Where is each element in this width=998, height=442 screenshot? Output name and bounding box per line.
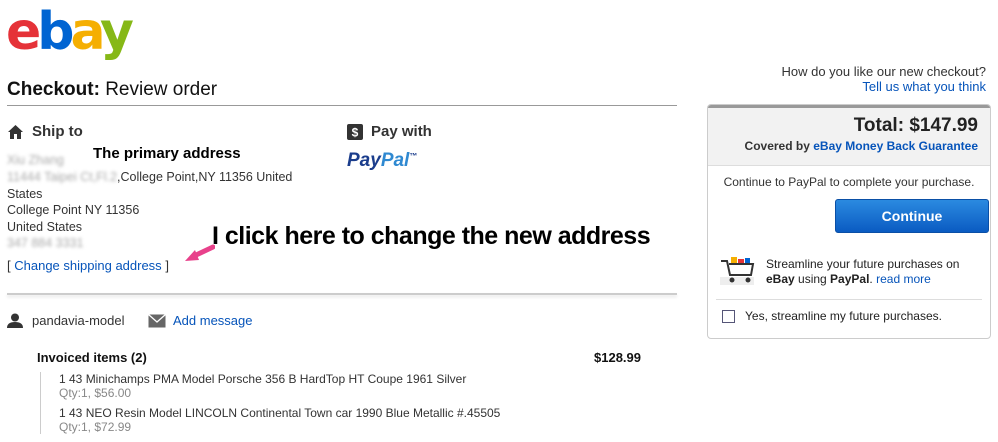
streamline-checkbox[interactable] [722,309,735,323]
order-total: Total: $147.99 [853,115,978,136]
recipient-name: Xiu Zhang [7,153,64,167]
annotation-change-address: I click here to change the new address [212,222,651,250]
total-header: Total: $147.99 Covered by eBay Money Bac… [708,105,990,166]
paypal-logo: PayPal™ [347,150,418,171]
feedback-question: How do you like our new checkout? [781,64,986,79]
ship-to-heading: Ship to [7,123,83,140]
continue-instruction: Continue to PayPal to complete your purc… [723,175,975,189]
title-divider [7,105,677,106]
ebay-logo[interactable]: ebay [6,2,134,62]
item-title: 1 43 NEO Resin Model LINCOLN Continental… [59,406,501,420]
item-title: 1 43 Minichamps PMA Model Porsche 356 B … [59,372,467,386]
guarantee-link[interactable]: eBay Money Back Guarantee [813,139,978,153]
items-list: 1 43 Minichamps PMA Model Porsche 356 B … [40,372,649,434]
streamline-promo: Streamline your future purchases on eBay… [708,253,990,291]
streamline-checkbox-row[interactable]: Yes, streamline my future purchases. [722,309,942,323]
section-divider [7,293,677,295]
home-icon [8,124,23,139]
feedback-link[interactable]: Tell us what you think [862,79,986,94]
pay-with-heading: $ Pay with [347,123,432,140]
phone-number: 347 884 3331 [7,236,84,250]
read-more-link[interactable]: read more [876,272,931,286]
svg-text:$: $ [352,125,359,139]
streamline-checkbox-label: Yes, streamline my future purchases. [745,309,942,323]
list-item[interactable]: 1 43 NEO Resin Model LINCOLN Continental… [41,406,649,434]
dollar-icon: $ [347,123,363,140]
seller-name: pandavia-model [32,313,125,328]
seller-row: pandavia-model [7,313,125,328]
change-shipping-address-link[interactable]: Change shipping address [14,258,161,273]
change-address-wrapper: [ Change shipping address ] [7,258,169,273]
promo-text: Streamline your future purchases on eBay… [766,257,960,286]
add-message-link[interactable]: Add message [173,313,253,328]
panel-divider [716,299,982,300]
annotation-primary-address: The primary address [93,145,241,162]
shopping-cart-icon [720,257,755,285]
money-back-guarantee: Covered by eBay Money Back Guarantee [744,139,978,153]
invoiced-items-title: Invoiced items (2) [37,350,147,365]
item-qty-price: Qty:1, $72.99 [59,420,132,434]
pink-arrow-icon [185,244,215,261]
list-item[interactable]: 1 43 Minichamps PMA Model Porsche 356 B … [41,372,649,400]
order-summary-panel: Total: $147.99 Covered by eBay Money Bac… [707,104,991,339]
add-message-wrapper[interactable]: Add message [148,313,253,328]
page-title: Checkout: Review order [7,79,218,100]
envelope-icon [148,313,166,327]
item-qty-price: Qty:1, $56.00 [59,386,132,400]
continue-button[interactable]: Continue [835,199,989,233]
user-icon [7,313,23,328]
invoiced-items-total: $128.99 [594,350,641,365]
